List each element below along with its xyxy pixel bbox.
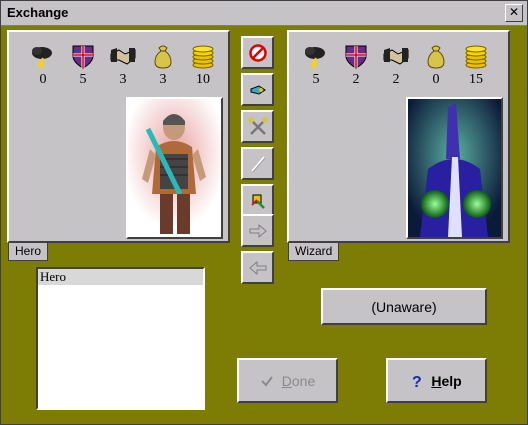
hero-stat-money-value: 3 — [159, 72, 167, 87]
title-bar: Exchange ✕ — [1, 1, 527, 26]
arrow-left-icon — [248, 260, 266, 275]
hero-stat-shield: 5 — [66, 42, 100, 88]
wizard-stat-gold: 15 — [459, 42, 493, 88]
offer-icon — [250, 84, 266, 95]
awareness-status-button[interactable]: (Unaware) — [321, 288, 487, 325]
wizard-stat-gold-value: 15 — [469, 72, 483, 87]
hero-panel: 0 5 3 3 10 — [7, 30, 230, 243]
wizard-stat-money: 0 — [419, 42, 453, 88]
hero-portrait — [126, 97, 223, 239]
checkmark-icon — [261, 375, 273, 387]
cancel-offer-button[interactable] — [241, 36, 274, 69]
tab-wizard[interactable]: Wizard — [288, 243, 340, 261]
hero-stat-money: 3 — [146, 42, 180, 88]
wizard-stat-shield: 2 — [339, 42, 373, 88]
move-left-button[interactable] — [241, 251, 274, 284]
storm-cloud-icon — [32, 47, 52, 70]
no-icon — [248, 43, 267, 62]
storm-cloud-icon — [305, 47, 325, 70]
wizard-stat-storm: 5 — [299, 42, 333, 88]
wizard-portrait — [406, 97, 503, 239]
slash-icon — [250, 156, 265, 172]
fight-button[interactable] — [241, 110, 274, 143]
awareness-status-label: (Unaware) — [371, 298, 437, 315]
hero-stat-gold-value: 10 — [196, 72, 210, 87]
gold-coins-icon — [192, 45, 214, 69]
help-button[interactable]: ? Help — [386, 358, 487, 403]
hero-stat-storm-value: 0 — [39, 72, 47, 87]
shield-icon — [72, 45, 94, 69]
arrow-right-icon — [249, 223, 267, 238]
wizard-panel: 5 2 2 0 15 — [287, 30, 510, 243]
window-title: Exchange — [7, 5, 69, 20]
shield-icon — [345, 45, 367, 69]
wizard-stat-money-value: 0 — [432, 72, 440, 87]
handshake-icon — [383, 48, 409, 65]
close-button[interactable]: ✕ — [505, 4, 523, 22]
hero-stat-handshake: 3 — [106, 42, 140, 88]
hero-stat-storm: 0 — [26, 42, 60, 88]
blank-action-button[interactable] — [241, 147, 274, 180]
exchange-window: Exchange ✕ 0 5 3 3 10 Hero 5 2 2 0 15 Wi… — [0, 0, 528, 425]
handshake-icon — [110, 48, 136, 65]
tab-hero[interactable]: Hero — [8, 243, 49, 261]
question-icon: ? — [412, 374, 422, 389]
list-item[interactable]: Hero — [38, 269, 203, 285]
wizard-stat-storm-value: 5 — [312, 72, 320, 87]
give-button[interactable] — [241, 184, 274, 217]
money-bag-icon — [154, 45, 172, 69]
wizard-stat-handshake-value: 2 — [392, 72, 400, 87]
wizard-stat-shield-value: 2 — [352, 72, 360, 87]
done-label: Done — [281, 372, 316, 389]
money-bag-icon — [427, 45, 445, 69]
swords-icon — [247, 116, 268, 135]
hero-stat-handshake-value: 3 — [119, 72, 127, 87]
svg-text:?: ? — [412, 374, 422, 389]
wizard-stat-handshake: 2 — [379, 42, 413, 88]
hero-stat-shield-value: 5 — [79, 72, 87, 87]
offer-button[interactable] — [241, 73, 274, 106]
gold-coins-icon — [465, 45, 487, 69]
move-right-button[interactable] — [241, 214, 274, 247]
give-icon — [250, 194, 265, 209]
done-button[interactable]: Done — [237, 358, 338, 403]
hero-stat-gold: 10 — [186, 42, 220, 88]
help-label: Help — [431, 372, 462, 389]
party-list[interactable]: Hero — [36, 267, 205, 410]
